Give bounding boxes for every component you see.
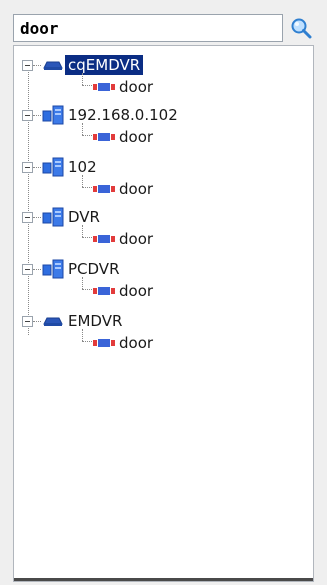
tree-child-item[interactable]: door	[76, 75, 156, 99]
collapse-toggle[interactable]	[22, 109, 33, 121]
collapse-toggle[interactable]	[22, 211, 33, 223]
search-button[interactable]	[287, 14, 315, 42]
door-sensor-icon	[92, 130, 116, 144]
collapse-toggle[interactable]	[22, 263, 33, 275]
tree-node-label[interactable]: PCDVR	[65, 259, 123, 279]
tree-node[interactable]: 192.168.0.102	[22, 103, 181, 127]
tree-node[interactable]: 102	[22, 155, 100, 179]
door-sensor-icon	[92, 232, 116, 246]
tree-node[interactable]: EMDVR	[22, 309, 125, 333]
search-icon	[291, 18, 312, 39]
tree-child-item[interactable]: door	[76, 125, 156, 149]
dvr-device-icon	[41, 311, 65, 331]
tree-child-item[interactable]: door	[76, 177, 156, 201]
door-sensor-icon	[92, 336, 116, 350]
tree-node-label[interactable]: EMDVR	[65, 311, 125, 331]
camera-server-icon	[41, 207, 65, 227]
tree-node-label[interactable]: cqEMDVR	[65, 55, 144, 75]
tree-child-label[interactable]: door	[116, 229, 156, 249]
tree-child-label[interactable]: door	[116, 179, 156, 199]
tree-node[interactable]: DVR	[22, 205, 103, 229]
collapse-toggle[interactable]	[22, 161, 33, 173]
tree-child-item[interactable]: door	[76, 331, 156, 355]
search-input[interactable]	[13, 14, 283, 42]
tree-child-label[interactable]: door	[116, 281, 156, 301]
collapse-toggle[interactable]	[22, 315, 33, 327]
door-sensor-icon	[92, 284, 116, 298]
camera-server-icon	[41, 105, 65, 125]
tree-child-label[interactable]: door	[116, 77, 156, 97]
dvr-device-icon	[41, 55, 65, 75]
tree-child-item[interactable]: door	[76, 279, 156, 303]
tree-node-label[interactable]: 192.168.0.102	[65, 105, 181, 125]
tree-node-label[interactable]: DVR	[65, 207, 103, 227]
camera-server-icon	[41, 259, 65, 279]
door-sensor-icon	[92, 80, 116, 94]
tree-child-label[interactable]: door	[116, 333, 156, 353]
tree-child-item[interactable]: door	[76, 227, 156, 251]
panel-bottom-border	[14, 578, 313, 581]
camera-server-icon	[41, 157, 65, 177]
tree-node[interactable]: PCDVR	[22, 257, 123, 281]
tree-node-label[interactable]: 102	[65, 157, 100, 177]
tree-child-label[interactable]: door	[116, 127, 156, 147]
collapse-toggle[interactable]	[22, 59, 33, 71]
door-sensor-icon	[92, 182, 116, 196]
device-tree: cqEMDVR door 192.168.0.102 door 102 door…	[13, 45, 314, 582]
